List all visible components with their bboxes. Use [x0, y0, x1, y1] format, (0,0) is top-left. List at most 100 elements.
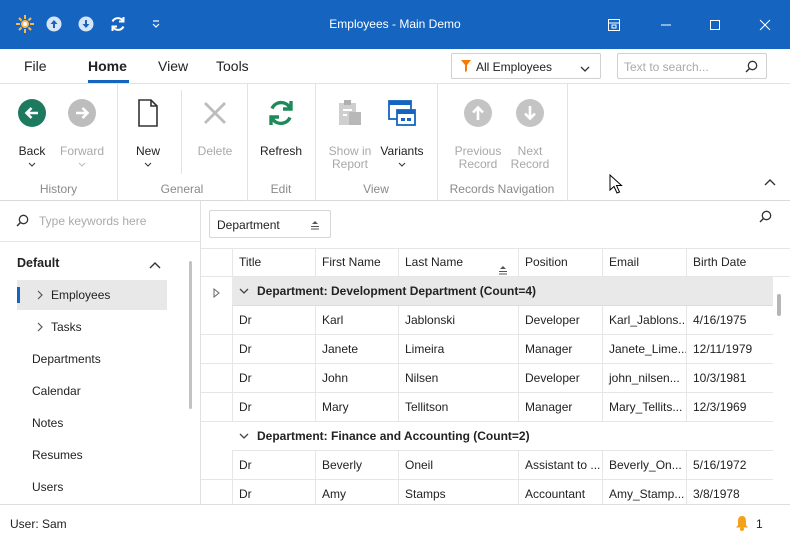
variants-button[interactable]: Variants	[380, 98, 424, 171]
nav-scrollbar[interactable]	[189, 261, 192, 409]
cell-birth-date: 10/3/1981	[686, 364, 773, 393]
bell-icon[interactable]	[735, 515, 749, 534]
back-button[interactable]: Back	[14, 98, 50, 171]
menu-home[interactable]: Home	[88, 58, 127, 74]
refresh-button[interactable]: Refresh	[258, 98, 304, 158]
chevron-up-icon[interactable]	[149, 258, 161, 272]
table-row[interactable]: Dr Karl Jablonski Developer Karl_Jablons…	[201, 306, 773, 335]
arrow-right-circle-icon	[68, 99, 96, 127]
nav-item-employees[interactable]: Employees	[17, 280, 167, 310]
nav-item-departments[interactable]: Departments	[32, 352, 101, 366]
employee-filter-dropdown[interactable]: All Employees	[451, 53, 601, 79]
cell-last-name: Oneil	[398, 451, 519, 480]
close-button[interactable]	[754, 14, 776, 36]
menu-view[interactable]: View	[158, 58, 188, 74]
column-header-title[interactable]: Title	[232, 249, 316, 276]
next-record-button[interactable]: Next Record	[506, 98, 554, 171]
cell-email: Karl_Jablons...	[602, 306, 687, 335]
active-tab-indicator	[88, 80, 129, 83]
sort-ascending-icon	[498, 258, 508, 276]
menu-tools[interactable]: Tools	[216, 58, 249, 74]
variants-label: Variants	[380, 144, 424, 158]
global-search-input[interactable]: Text to search...	[617, 53, 767, 79]
nav-item-calendar[interactable]: Calendar	[32, 384, 81, 398]
group-row-development[interactable]: Department: Development Department (Coun…	[232, 277, 773, 306]
grid-scrollbar[interactable]	[777, 294, 781, 316]
column-header-last-name[interactable]: Last Name	[398, 249, 519, 276]
nav-item-notes[interactable]: Notes	[32, 416, 63, 430]
cell-email: john_nilsen...	[602, 364, 687, 393]
nav-item-resumes[interactable]: Resumes	[32, 448, 83, 462]
status-user: User: Sam	[10, 517, 67, 531]
group-label-history: History	[39, 182, 78, 196]
group-row-finance[interactable]: Department: Finance and Accounting (Coun…	[232, 422, 773, 451]
cell-first-name: Karl	[315, 306, 399, 335]
show-in-report-label-2: Report	[331, 157, 369, 171]
notification-count: 1	[756, 517, 763, 531]
table-row[interactable]: Dr John Nilsen Developer john_nilsen... …	[201, 364, 773, 393]
menu-file[interactable]: File	[24, 58, 47, 74]
cell-title: Dr	[232, 306, 316, 335]
delete-button[interactable]: Delete	[194, 98, 236, 158]
nav-item-label: Employees	[51, 288, 111, 302]
table-row[interactable]: Dr Amy Stamps Accountant Amy_Stamp... 3/…	[201, 480, 773, 509]
grid-search-icon[interactable]	[759, 210, 772, 226]
table-row[interactable]: Dr Janete Limeira Manager Janete_Lime...…	[201, 335, 773, 364]
forward-label: Forward	[60, 144, 105, 158]
table-row[interactable]: Dr Mary Tellitson Manager Mary_Tellits..…	[201, 393, 773, 422]
status-bar: User: Sam 1	[0, 504, 790, 542]
nav-group-title[interactable]: Default	[17, 256, 59, 270]
cell-title: Dr	[232, 393, 316, 422]
search-icon[interactable]	[745, 60, 758, 76]
cell-title: Dr	[232, 451, 316, 480]
group-label-records-navigation: Records Navigation	[449, 182, 555, 196]
show-in-report-button[interactable]: Show in Report	[326, 98, 374, 171]
tabbed-mode-icon[interactable]	[603, 14, 625, 36]
cell-first-name: John	[315, 364, 399, 393]
arrow-left-circle-icon	[18, 99, 46, 127]
group-by-chip[interactable]: Department	[209, 210, 331, 238]
group-label-general: General	[160, 182, 204, 196]
chevron-right-icon[interactable]	[37, 321, 43, 335]
delete-label: Delete	[197, 144, 233, 158]
nav-item-users[interactable]: Users	[32, 480, 63, 494]
chevron-down-icon[interactable]	[239, 277, 249, 306]
filter-icon	[461, 60, 471, 75]
column-header-birth-date[interactable]: Birth Date	[686, 249, 773, 276]
new-button[interactable]: New	[130, 98, 166, 171]
ribbon-separator	[567, 84, 568, 201]
cell-last-name: Jablonski	[398, 306, 519, 335]
maximize-button[interactable]	[704, 14, 726, 36]
cell-birth-date: 4/16/1975	[686, 306, 773, 335]
nav-search-input[interactable]: Type keywords here	[39, 214, 146, 228]
next-record-label-2: Record	[510, 157, 550, 171]
global-search-placeholder: Text to search...	[624, 60, 709, 74]
column-header-first-name[interactable]: First Name	[315, 249, 399, 276]
cell-first-name: Mary	[315, 393, 399, 422]
column-header-email[interactable]: Email	[602, 249, 687, 276]
column-header-label: Last Name	[405, 255, 464, 269]
group-by-chip-label: Department	[217, 218, 280, 232]
previous-record-button[interactable]: Previous Record	[454, 98, 502, 171]
collapse-ribbon-icon[interactable]	[764, 175, 776, 189]
cell-position: Developer	[518, 306, 603, 335]
cell-first-name: Janete	[315, 335, 399, 364]
navigation-pane: Type keywords here Default Employees Tas…	[0, 201, 201, 504]
forward-button[interactable]: Forward	[60, 98, 104, 171]
table-row[interactable]: Dr Beverly Oneil Assistant to ... Beverl…	[201, 451, 773, 480]
minimize-button[interactable]	[655, 14, 677, 36]
back-label: Back	[18, 144, 46, 158]
cell-first-name: Beverly	[315, 451, 399, 480]
chevron-down-icon[interactable]	[239, 422, 249, 451]
cell-position: Developer	[518, 364, 603, 393]
ribbon: Back Forward History New Delete General …	[0, 84, 790, 201]
cell-birth-date: 12/3/1969	[686, 393, 773, 422]
delete-x-icon	[204, 102, 226, 124]
row-indicator-icon	[213, 287, 220, 301]
cell-email: Beverly_On...	[602, 451, 687, 480]
chevron-right-icon[interactable]	[37, 289, 43, 303]
group-row-label: Department: Finance and Accounting (Coun…	[257, 429, 530, 443]
column-header-position[interactable]: Position	[518, 249, 603, 276]
cell-position: Assistant to ...	[518, 451, 603, 480]
nav-item-tasks[interactable]: Tasks	[17, 312, 167, 342]
